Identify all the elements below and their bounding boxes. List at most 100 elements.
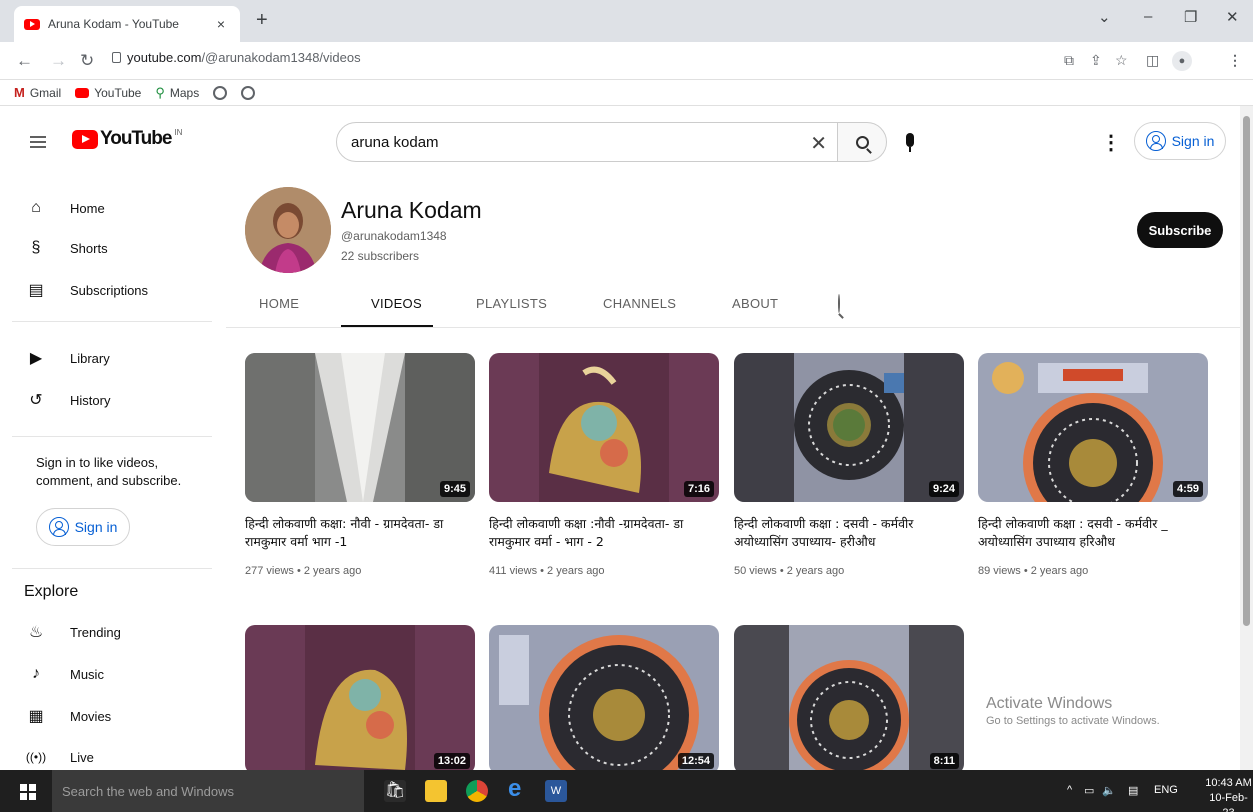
sidebar-item-label: Live: [70, 749, 94, 765]
sidebar-item-history[interactable]: ↺ History: [24, 382, 214, 418]
browser-menu-icon[interactable]: ⋮: [1228, 52, 1242, 69]
thumbnail-image: [734, 625, 964, 774]
notification-icon[interactable]: ▤: [1128, 784, 1138, 797]
microphone-icon[interactable]: [906, 133, 914, 152]
youtube-logo[interactable]: YouTube IN: [72, 128, 182, 150]
sidebar-item-movies[interactable]: ▦ Movies: [24, 698, 214, 734]
new-tab-button[interactable]: +: [256, 9, 268, 32]
sign-in-label: Sign in: [1171, 133, 1215, 149]
sidebar-sign-in-button[interactable]: Sign in: [36, 508, 130, 546]
sidebar-item-library[interactable]: ▶ Library: [24, 340, 214, 376]
tab-search-chevron-icon[interactable]: ⌄: [1098, 8, 1111, 26]
close-window-icon[interactable]: ✕: [1226, 8, 1239, 26]
bookmark-gmail[interactable]: M Gmail: [14, 85, 61, 100]
page-scrollbar[interactable]: [1240, 106, 1253, 770]
channel-avatar[interactable]: [245, 187, 331, 273]
video-thumbnail[interactable]: 9:24: [734, 353, 964, 502]
sidebar-item-trending[interactable]: ♨ Trending: [24, 614, 214, 650]
sidebar-item-shorts[interactable]: § Shorts: [24, 230, 214, 266]
video-thumbnail[interactable]: 9:45: [245, 353, 475, 502]
tab-about[interactable]: ABOUT: [732, 296, 778, 311]
word-icon[interactable]: W: [545, 780, 567, 802]
sidebar-item-label: Library: [70, 350, 110, 366]
channel-name: Aruna Kodam: [341, 197, 482, 223]
video-thumbnail[interactable]: 8:11: [734, 625, 964, 774]
scrollbar-thumb[interactable]: [1243, 116, 1250, 626]
sidebar: ⌂ Home § Shorts ▤ Subscriptions ▶ Librar…: [0, 178, 226, 770]
video-title[interactable]: हिन्दी लोकवाणी कक्षा :नौवी -ग्रामदेवता- …: [489, 515, 719, 551]
input-language[interactable]: ENG: [1154, 784, 1178, 796]
video-duration: 12:54: [677, 753, 714, 769]
search-icon: [855, 135, 869, 149]
search-input[interactable]: [351, 133, 791, 151]
bookmark-label: Maps: [169, 85, 200, 100]
signin-message: Sign in to like videos, comment, and sub…: [36, 455, 182, 488]
youtube-play-icon: [72, 129, 98, 149]
reload-icon[interactable]: ↻: [80, 51, 94, 71]
sidebar-divider: [12, 321, 212, 322]
profile-avatar-icon[interactable]: ●: [1172, 51, 1192, 71]
taskbar-clock[interactable]: 10:43 AM 10-Feb-23: [1204, 776, 1253, 812]
clear-search-icon[interactable]: ✕: [810, 131, 827, 156]
clock-date: 10-Feb-23: [1209, 792, 1248, 812]
bookmark-star-icon[interactable]: ☆: [1115, 52, 1128, 69]
lock-icon: [112, 52, 121, 63]
video-thumbnail[interactable]: 12:54: [489, 625, 719, 774]
explore-heading: Explore: [24, 583, 79, 600]
bookmark-maps[interactable]: ⚲ Maps: [155, 85, 199, 101]
video-thumbnail[interactable]: 13:02: [245, 625, 475, 774]
video-title[interactable]: हिन्दी लोकवाणी कक्षा : दसवी - कर्मवीर अय…: [734, 515, 964, 551]
sidebar-item-home[interactable]: ⌂ Home: [24, 190, 214, 226]
tab-home[interactable]: HOME: [259, 296, 299, 311]
chrome-icon[interactable]: [466, 780, 488, 802]
search-box[interactable]: ✕: [336, 122, 838, 162]
sidebar-item-label: Home: [70, 200, 105, 216]
logo-text: YouTube: [100, 128, 172, 149]
settings-kebab-icon[interactable]: ⋮: [1101, 130, 1121, 155]
tab-channels[interactable]: CHANNELS: [603, 296, 676, 311]
video-thumbnail[interactable]: 4:59: [978, 353, 1208, 502]
channel-tabs: HOME VIDEOS PLAYLISTS CHANNELS ABOUT: [226, 280, 1240, 328]
battery-icon[interactable]: ▭: [1084, 784, 1094, 797]
maximize-icon[interactable]: ❐: [1184, 8, 1197, 26]
bookmark-label: YouTube: [94, 85, 142, 100]
windows-start-icon[interactable]: [20, 784, 36, 800]
channel-search-icon[interactable]: [838, 294, 840, 313]
hamburger-menu-icon[interactable]: [30, 136, 46, 148]
globe-icon[interactable]: [213, 85, 228, 100]
sidebar-item-label: Trending: [70, 624, 121, 640]
bookmark-youtube[interactable]: YouTube: [75, 86, 141, 100]
video-duration: 4:59: [1172, 481, 1203, 497]
store-icon[interactable]: 🛍: [384, 780, 406, 802]
search-button[interactable]: [837, 122, 887, 162]
forward-icon[interactable]: →: [50, 51, 67, 71]
sign-in-button[interactable]: Sign in: [1134, 122, 1226, 160]
volume-icon[interactable]: 🔈: [1102, 784, 1116, 797]
install-app-icon[interactable]: ⧉: [1064, 52, 1074, 69]
file-explorer-icon[interactable]: [425, 780, 447, 802]
sidebar-item-music[interactable]: ♪ Music: [24, 656, 214, 692]
tab-playlists[interactable]: PLAYLISTS: [476, 296, 547, 311]
subscriber-count: 22 subscribers: [341, 249, 420, 263]
tab-close-icon[interactable]: ×: [212, 16, 230, 32]
sidebar-item-label: Movies: [70, 708, 112, 724]
share-icon[interactable]: ⇪: [1090, 52, 1102, 69]
video-title[interactable]: हिन्दी लोकवाणी कक्षा : दसवी - कर्मवीर _ …: [978, 515, 1208, 551]
subscribe-button[interactable]: Subscribe: [1137, 212, 1223, 248]
bookmark-label: Gmail: [29, 85, 62, 100]
sidebar-item-subscriptions[interactable]: ▤ Subscriptions: [24, 272, 214, 308]
watermark-title: Activate Windows: [986, 695, 1113, 712]
edge-icon[interactable]: e: [508, 775, 530, 802]
globe-icon[interactable]: [241, 85, 256, 100]
browser-tab[interactable]: Aruna Kodam - YouTube ×: [14, 6, 240, 42]
video-duration: 9:45: [439, 481, 470, 497]
show-hidden-icons-icon[interactable]: ^: [1067, 784, 1072, 796]
taskbar-search-box[interactable]: Search the web and Windows: [52, 770, 364, 812]
video-thumbnail[interactable]: 7:16: [489, 353, 719, 502]
side-panel-icon[interactable]: ◫: [1146, 52, 1159, 69]
address-bar[interactable]: youtube.com/@arunakodam1348/videos: [112, 50, 361, 65]
back-icon[interactable]: ←: [16, 51, 33, 71]
video-title[interactable]: हिन्दी लोकवाणी कक्षा: नौवी - ग्रामदेवता-…: [245, 515, 475, 551]
minimize-icon[interactable]: –: [1144, 8, 1152, 25]
tab-videos[interactable]: VIDEOS: [371, 296, 422, 311]
